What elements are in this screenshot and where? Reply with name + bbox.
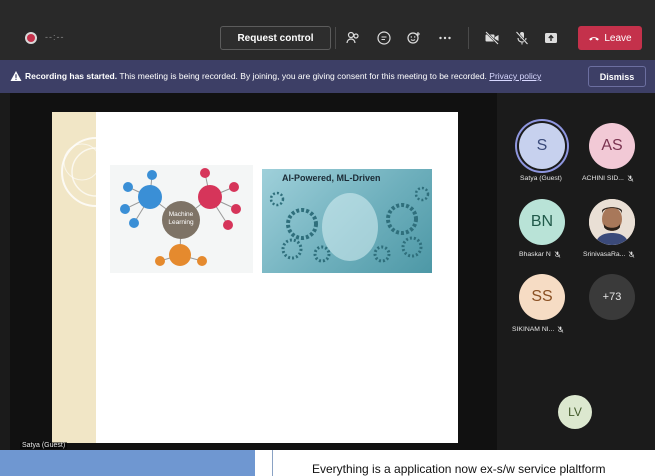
- recording-message-text: This meeting is being recorded. By joini…: [119, 71, 487, 81]
- toolbar-divider: [468, 27, 469, 49]
- avatar[interactable]: LV: [558, 395, 592, 429]
- avatar-initials: AS: [601, 137, 623, 154]
- machine-learning-mindmap-image: Machine Learning: [110, 165, 253, 273]
- camera-off-icon[interactable]: [482, 28, 502, 48]
- meeting-timer: --:--: [45, 32, 65, 42]
- teams-window: --:-- Request control Leave Recording ha…: [0, 0, 655, 476]
- participant-name: SIKINAM NI...: [512, 326, 564, 333]
- avatar[interactable]: BN: [519, 199, 565, 245]
- request-control-button[interactable]: Request control: [220, 26, 331, 50]
- more-participants-button[interactable]: +73: [589, 274, 635, 320]
- window-titlebar: [0, 0, 655, 8]
- leave-label: Leave: [604, 32, 632, 44]
- recording-indicator-icon: [25, 32, 37, 44]
- recording-message: Recording has started. This meeting is b…: [25, 71, 541, 81]
- chat-icon[interactable]: [374, 28, 394, 48]
- avatar-initials: SS: [531, 288, 553, 305]
- hang-up-icon: [589, 37, 600, 41]
- recording-banner: Recording has started. This meeting is b…: [0, 60, 655, 93]
- mic-off-icon: [628, 251, 635, 258]
- avatar[interactable]: SS: [519, 274, 565, 320]
- privacy-policy-link[interactable]: Privacy policy: [489, 71, 541, 81]
- underlying-document: Everything is a application now ex-s/w s…: [0, 450, 655, 476]
- avatar-photo[interactable]: [589, 199, 635, 245]
- toolbar-divider: [335, 27, 336, 49]
- more-participants-count: +73: [602, 291, 622, 303]
- reactions-icon[interactable]: [404, 28, 424, 48]
- recording-message-bold: Recording has started.: [25, 71, 118, 81]
- warning-icon: [10, 71, 22, 81]
- ai-image-title: AI-Powered, ML-Driven: [282, 173, 381, 183]
- ai-powered-image: AI-Powered, ML-Driven: [262, 169, 432, 273]
- avatar-initials: BN: [530, 213, 554, 230]
- avatar[interactable]: S: [519, 123, 565, 169]
- avatar-initials: S: [536, 137, 548, 154]
- participants-icon[interactable]: [343, 28, 363, 48]
- leave-button[interactable]: Leave: [578, 26, 642, 50]
- participant-name: Bhaskar N: [519, 251, 561, 258]
- mic-off-icon: [554, 251, 561, 258]
- dismiss-button[interactable]: Dismiss: [588, 66, 646, 87]
- mic-off-icon[interactable]: [512, 28, 532, 48]
- shared-screen-stage: Machine Learning AI-Powered, ML-Driven S…: [10, 93, 497, 450]
- participant-name: SrinivasaRa...: [583, 251, 635, 258]
- participant-name: Satya (Guest): [520, 175, 562, 182]
- document-selection-bar: [0, 450, 255, 476]
- document-margin-line: [272, 450, 273, 476]
- share-icon[interactable]: [541, 28, 561, 48]
- participants-panel: S Satya (Guest) AS ACHINI SID... BN Bhas…: [497, 93, 655, 450]
- avatar[interactable]: AS: [589, 123, 635, 169]
- more-icon[interactable]: [435, 28, 455, 48]
- person-photo-icon: [589, 199, 635, 245]
- mic-off-icon: [627, 175, 634, 182]
- document-text: Everything is a application now ex-s/w s…: [312, 462, 606, 476]
- avatar-initials: LV: [568, 405, 582, 419]
- presentation-slide: Machine Learning AI-Powered, ML-Driven: [52, 112, 458, 443]
- presenter-name-label: Satya (Guest): [20, 442, 68, 449]
- meeting-toolbar: --:-- Request control Leave: [0, 8, 655, 60]
- ml-center-label: Machine Learning: [168, 211, 194, 226]
- slide-decorative-band: [52, 112, 96, 443]
- participant-name: ACHINI SID...: [582, 175, 634, 182]
- mic-off-icon: [557, 326, 564, 333]
